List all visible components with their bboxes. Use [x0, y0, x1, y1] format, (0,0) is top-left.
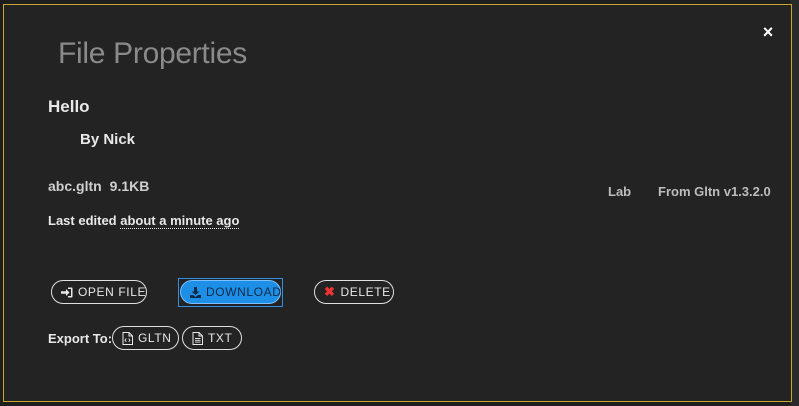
- download-icon: [190, 286, 201, 298]
- last-edited-time: about a minute ago: [120, 213, 240, 229]
- delete-label: DELETE: [340, 285, 391, 299]
- download-label: DOWNLOAD: [206, 285, 282, 299]
- open-file-label: OPEN FILE: [78, 285, 147, 299]
- close-icon[interactable]: ×: [758, 22, 778, 42]
- export-to-label: Export To:: [48, 331, 113, 346]
- file-info: abc.gltn 9.1KB: [48, 177, 149, 195]
- export-txt-label: TXT: [208, 331, 233, 345]
- last-edited: Last edited about a minute ago: [48, 212, 240, 230]
- last-edited-label: Last edited: [48, 213, 117, 228]
- download-button[interactable]: DOWNLOAD: [180, 280, 281, 304]
- export-gltn-label: GLTN: [138, 331, 172, 345]
- file-version: From Gltn v1.3.2.0: [658, 184, 771, 199]
- file-author: By Nick: [80, 131, 136, 148]
- open-file-button[interactable]: OPEN FILE: [51, 280, 147, 304]
- export-gltn-button[interactable]: GLTN: [112, 326, 179, 350]
- delete-button[interactable]: ✖ DELETE: [314, 280, 394, 304]
- file-size: 9.1KB: [109, 178, 150, 194]
- code-file-icon: [122, 331, 133, 345]
- export-txt-button[interactable]: TXT: [182, 326, 242, 350]
- file-category: Lab: [608, 184, 632, 199]
- sign-in-icon: [61, 287, 73, 298]
- file-filename: abc.gltn: [48, 178, 102, 194]
- dialog-title: File Properties: [58, 37, 247, 70]
- times-icon: ✖: [324, 284, 336, 299]
- text-file-icon: [192, 331, 203, 345]
- file-name: Hello: [48, 97, 90, 116]
